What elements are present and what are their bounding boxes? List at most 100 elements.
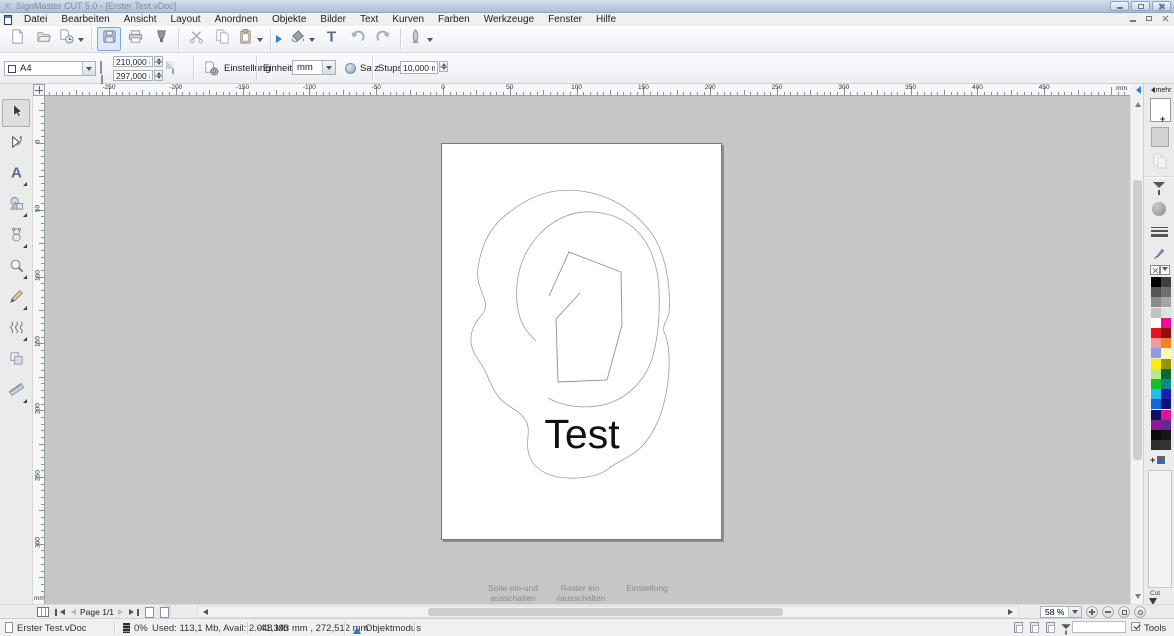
palette-filter-button[interactable] bbox=[1160, 265, 1170, 275]
menu-fenster[interactable]: Fenster bbox=[541, 13, 589, 26]
clipboard-icon[interactable] bbox=[1014, 622, 1023, 633]
palette-color-swatch[interactable] bbox=[1161, 318, 1171, 328]
palette-color-swatch[interactable] bbox=[1151, 297, 1161, 307]
menu-hilfe[interactable]: Hilfe bbox=[589, 13, 623, 26]
brush-icon[interactable] bbox=[1152, 246, 1167, 261]
line-styles-icon[interactable] bbox=[1151, 225, 1168, 239]
scroll-right-button[interactable] bbox=[1006, 607, 1018, 617]
palette-color-swatch[interactable] bbox=[1161, 328, 1171, 338]
type-tool-button[interactable] bbox=[2, 161, 30, 189]
shapes-tool-button[interactable] bbox=[2, 192, 30, 220]
palette-color-swatch[interactable] bbox=[1161, 287, 1171, 297]
import-button[interactable] bbox=[57, 27, 86, 51]
palette-color-swatch[interactable] bbox=[1161, 379, 1171, 389]
nudge-input[interactable] bbox=[400, 61, 438, 74]
palette-color-swatch[interactable] bbox=[1161, 277, 1171, 287]
palette-color-swatch[interactable] bbox=[1161, 369, 1171, 379]
nudge-stepper[interactable] bbox=[439, 61, 448, 72]
undo-button[interactable] bbox=[345, 27, 369, 51]
zoom-tool-button[interactable] bbox=[2, 254, 30, 282]
close-button[interactable] bbox=[1152, 1, 1171, 11]
palette-color-swatch[interactable] bbox=[1161, 338, 1171, 348]
copy-button[interactable] bbox=[210, 27, 234, 51]
polygon-shape[interactable] bbox=[549, 252, 622, 382]
menu-bilder[interactable]: Bilder bbox=[313, 13, 353, 26]
vertical-scroll-thumb[interactable] bbox=[1133, 180, 1142, 460]
page-width-input[interactable] bbox=[113, 56, 153, 67]
dropdown-arrow-icon[interactable] bbox=[427, 38, 433, 45]
menu-werkzeuge[interactable]: Werkzeuge bbox=[477, 13, 541, 26]
panel-more-button[interactable]: mehr bbox=[1146, 85, 1173, 95]
menu-datei[interactable]: Datei bbox=[17, 13, 54, 26]
status-input[interactable] bbox=[1072, 621, 1126, 633]
draw-tool-button[interactable] bbox=[2, 285, 30, 313]
distort-tool-button[interactable] bbox=[2, 316, 30, 344]
palette-color-swatch[interactable] bbox=[1161, 399, 1171, 409]
blank-page-icon[interactable] bbox=[172, 61, 174, 74]
filter-icon[interactable] bbox=[1061, 624, 1071, 634]
fill-bucket-button[interactable] bbox=[288, 27, 317, 51]
scroll-left-button[interactable] bbox=[198, 607, 210, 617]
palette-color-swatch[interactable] bbox=[1151, 420, 1161, 430]
contour-cut-outline-inner[interactable] bbox=[517, 212, 660, 407]
palette-color-swatch[interactable] bbox=[1151, 338, 1161, 348]
add-page-icon[interactable] bbox=[145, 607, 154, 618]
palette-color-swatch[interactable] bbox=[1161, 430, 1171, 440]
clipboard-icon[interactable] bbox=[1030, 622, 1039, 633]
add-color-plus-icon[interactable]: + bbox=[1160, 114, 1165, 124]
canvas-workspace[interactable]: Test Seite ein-undausschaltenRaster ein-… bbox=[45, 96, 1130, 604]
palette-color-swatch[interactable] bbox=[1161, 420, 1171, 430]
ruler-origin-button[interactable] bbox=[33, 84, 45, 96]
canvas-hint-button[interactable]: Einstellung bbox=[607, 584, 687, 594]
print-button[interactable] bbox=[123, 27, 147, 51]
palette-color-swatch[interactable] bbox=[1151, 359, 1161, 369]
palette-color-swatch[interactable] bbox=[1151, 277, 1161, 287]
horizontal-scrollbar[interactable] bbox=[197, 606, 1019, 618]
no-color-swatch[interactable] bbox=[1150, 265, 1160, 275]
palette-color-swatch[interactable] bbox=[1151, 389, 1161, 399]
paste-button[interactable] bbox=[236, 27, 265, 51]
add-palette-button[interactable]: + bbox=[1150, 455, 1165, 465]
horizontal-scroll-thumb[interactable] bbox=[428, 608, 783, 616]
menu-ansicht[interactable]: Ansicht bbox=[117, 13, 164, 26]
last-page-button[interactable] bbox=[128, 607, 140, 617]
cut-scissors-button[interactable] bbox=[184, 27, 208, 51]
dropdown-arrow-icon[interactable] bbox=[257, 38, 263, 45]
plot-button[interactable] bbox=[406, 27, 435, 51]
fill-style-icon[interactable] bbox=[1152, 202, 1166, 216]
palette-color-swatch[interactable] bbox=[1151, 308, 1161, 318]
chevron-down-icon[interactable] bbox=[82, 62, 95, 75]
stroke-color-well[interactable] bbox=[1151, 127, 1169, 147]
palette-color-swatch[interactable] bbox=[1151, 379, 1161, 389]
palette-color-swatch[interactable] bbox=[1151, 430, 1161, 440]
clipart-tool-button[interactable] bbox=[2, 223, 30, 251]
page-width-stepper[interactable] bbox=[154, 56, 163, 67]
vertical-scrollbar[interactable] bbox=[1130, 96, 1143, 604]
palette-color-swatch[interactable] bbox=[1161, 359, 1171, 369]
measure-tool-button[interactable] bbox=[2, 378, 30, 406]
palette-color-swatch[interactable] bbox=[1151, 440, 1161, 450]
collapse-panel-button[interactable] bbox=[1130, 84, 1143, 96]
previous-page-button[interactable] bbox=[66, 607, 78, 617]
palette-color-swatch[interactable] bbox=[1151, 318, 1161, 328]
first-page-button[interactable] bbox=[54, 607, 66, 617]
redo-button[interactable] bbox=[371, 27, 395, 51]
zoom-out-button[interactable] bbox=[1102, 606, 1114, 618]
page-height-input[interactable] bbox=[113, 70, 153, 81]
text-tool-button[interactable] bbox=[319, 27, 343, 51]
palette-color-swatch[interactable] bbox=[1161, 308, 1171, 318]
document-minimize-button[interactable] bbox=[1128, 14, 1138, 23]
restore-button[interactable] bbox=[1131, 1, 1150, 11]
flyout-arrow-icon[interactable] bbox=[275, 27, 287, 51]
unit-select[interactable]: mm bbox=[292, 60, 336, 75]
menu-layout[interactable]: Layout bbox=[164, 13, 208, 26]
cutter-button[interactable] bbox=[149, 27, 173, 51]
clipboard-icon[interactable] bbox=[1046, 622, 1055, 633]
new-document-button[interactable] bbox=[5, 27, 29, 51]
palette-color-swatch[interactable] bbox=[1161, 440, 1171, 450]
palette-color-swatch[interactable] bbox=[1161, 348, 1171, 358]
open-button[interactable] bbox=[31, 27, 55, 51]
palette-color-swatch[interactable] bbox=[1151, 287, 1161, 297]
palette-color-swatch[interactable] bbox=[1161, 389, 1171, 399]
palette-color-swatch[interactable] bbox=[1161, 297, 1171, 307]
